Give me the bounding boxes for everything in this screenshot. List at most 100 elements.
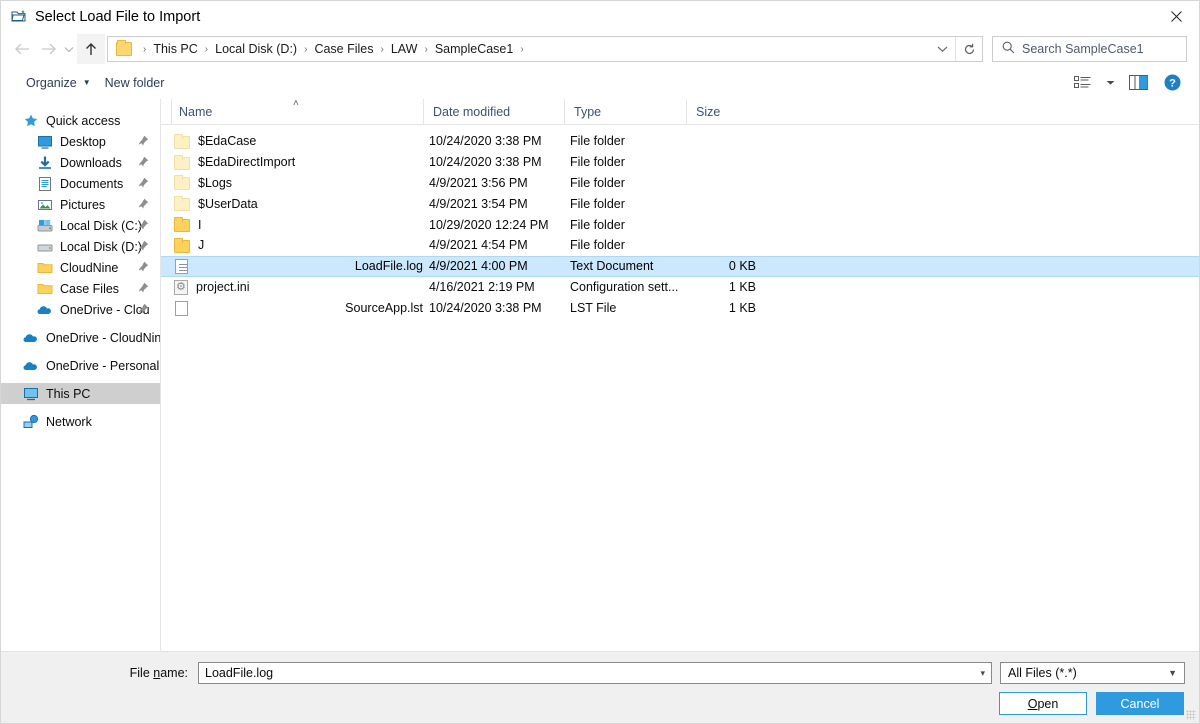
new-folder-button[interactable]: New folder <box>98 72 172 94</box>
desktop-icon <box>37 134 53 150</box>
sidebar-item-onedrive-cloudnine-quick[interactable]: OneDrive - Clou <box>1 299 160 320</box>
view-dropdown-icon[interactable] <box>1101 70 1119 96</box>
file-type: File folder <box>570 238 625 253</box>
navigation-pane[interactable]: Quick access Desktop Downloads Documents… <box>1 99 161 651</box>
quick-access-star-icon <box>23 113 39 129</box>
file-name: $UserData <box>198 196 258 211</box>
file-date: 10/24/2020 3:38 PM <box>429 300 542 315</box>
table-row[interactable]: $EdaCase 10/24/2020 3:38 PM File folder <box>161 131 1199 152</box>
folder-dim-icon <box>174 154 190 170</box>
search-input[interactable]: Search SampleCase1 <box>992 36 1187 62</box>
file-name: project.ini <box>196 280 250 295</box>
dialog-footer: File name: LoadFile.log ▾ All Files (*.*… <box>1 651 1199 723</box>
column-header-type[interactable]: Type <box>564 99 686 124</box>
resize-grip[interactable] <box>1186 710 1196 720</box>
chevron-down-icon: ▼ <box>82 78 91 87</box>
folder-icon <box>174 237 190 253</box>
refresh-icon[interactable] <box>956 37 982 61</box>
file-date: 10/24/2020 3:38 PM <box>429 155 542 170</box>
breadcrumb-law[interactable]: LAW <box>390 42 419 56</box>
pin-icon <box>138 240 150 252</box>
file-name: I <box>198 217 202 232</box>
file-date: 10/24/2020 3:38 PM <box>429 134 542 149</box>
config-settings-icon <box>174 280 188 296</box>
breadcrumb-local-disk-d[interactable]: Local Disk (D:) <box>214 42 298 56</box>
sidebar-item-downloads[interactable]: Downloads <box>1 152 160 173</box>
sidebar-item-this-pc[interactable]: This PC <box>1 383 160 404</box>
file-open-dialog: Select Load File to Import › This PC › L… <box>0 0 1200 724</box>
new-folder-label: New folder <box>104 75 165 90</box>
sidebar-item-desktop[interactable]: Desktop <box>1 131 160 152</box>
table-row[interactable]: $UserData 4/9/2021 3:54 PM File folder <box>161 193 1199 214</box>
file-date: 10/29/2020 12:24 PM <box>429 217 549 232</box>
breadcrumb-this-pc[interactable]: This PC <box>152 42 198 56</box>
sidebar-label: Downloads <box>60 155 122 170</box>
sidebar-label: OneDrive - Clou <box>60 302 150 317</box>
command-toolbar: Organize ▼ New folder ? <box>1 66 1199 99</box>
folder-icon <box>174 217 190 233</box>
sidebar-item-local-disk-d[interactable]: Local Disk (D:) <box>1 236 160 257</box>
file-name: SourceApp.lst <box>345 300 423 315</box>
column-header-size[interactable]: Size <box>686 99 765 124</box>
sidebar-item-onedrive-personal[interactable]: OneDrive - Personal <box>1 355 160 376</box>
pin-icon <box>138 177 150 189</box>
sidebar-item-documents[interactable]: Documents <box>1 173 160 194</box>
back-button[interactable] <box>9 36 35 62</box>
up-button[interactable] <box>77 34 105 64</box>
sidebar-item-pictures[interactable]: Pictures <box>1 194 160 215</box>
sidebar-label: Documents <box>60 176 124 191</box>
sidebar-item-case-files[interactable]: Case Files <box>1 278 160 299</box>
close-button[interactable] <box>1153 2 1199 32</box>
view-list-icon[interactable] <box>1067 70 1097 96</box>
blank-file-icon <box>175 300 188 316</box>
table-row[interactable]: $EdaDirectImport 10/24/2020 3:38 PM File… <box>161 152 1199 173</box>
file-name-input[interactable]: LoadFile.log ▾ <box>198 662 992 684</box>
pin-icon <box>138 303 150 315</box>
column-header-date-modified[interactable]: Date modified <box>423 99 564 124</box>
table-row[interactable]: SourceApp.lst 10/24/2020 3:38 PM LST Fil… <box>161 298 1199 319</box>
preview-pane-icon[interactable] <box>1123 70 1153 96</box>
breadcrumb-samplecase1[interactable]: SampleCase1 <box>434 42 515 56</box>
drive-icon <box>37 239 53 255</box>
forward-button[interactable] <box>35 36 61 62</box>
open-button[interactable]: Open <box>999 692 1087 715</box>
table-row[interactable]: J 4/9/2021 4:54 PM File folder <box>161 235 1199 256</box>
sidebar-label: Quick access <box>46 113 121 128</box>
folder-dim-icon <box>174 133 190 149</box>
file-type-filter-value: All Files (*.*) <box>1008 666 1077 680</box>
table-row[interactable]: $Logs 4/9/2021 3:56 PM File folder <box>161 173 1199 194</box>
breadcrumb-separator: › <box>380 43 384 55</box>
sort-ascending-icon: ˄ <box>293 98 299 109</box>
sidebar-item-local-disk-c[interactable]: Local Disk (C:) <box>1 215 160 236</box>
sidebar-item-onedrive-cloudnine[interactable]: OneDrive - CloudNin <box>1 327 160 348</box>
address-bar[interactable]: › This PC › Local Disk (D:) › Case Files… <box>107 36 983 62</box>
file-name: LoadFile.log <box>354 259 423 274</box>
file-date: 4/9/2021 4:00 PM <box>429 259 528 274</box>
table-row[interactable]: I 10/29/2020 12:24 PM File folder <box>161 214 1199 235</box>
breadcrumb-separator: › <box>520 43 524 55</box>
breadcrumb-separator: › <box>204 43 209 55</box>
breadcrumb-case-files[interactable]: Case Files <box>313 42 374 56</box>
address-dropdown-icon[interactable] <box>929 37 955 61</box>
sidebar-item-network[interactable]: Network <box>1 411 160 432</box>
window-title: Select Load File to Import <box>35 8 201 25</box>
chevron-down-icon[interactable]: ▾ <box>980 668 985 679</box>
help-icon[interactable]: ? <box>1157 70 1187 96</box>
file-rows: $EdaCase 10/24/2020 3:38 PM File folder … <box>161 125 1199 651</box>
cancel-button[interactable]: Cancel <box>1096 692 1184 715</box>
file-name: $Logs <box>198 175 233 190</box>
sidebar-label: Desktop <box>60 134 106 149</box>
file-type: File folder <box>570 155 625 170</box>
windows-drive-icon <box>37 218 53 234</box>
table-row[interactable]: LoadFile.log 4/9/2021 4:00 PM Text Docum… <box>161 255 1199 277</box>
folder-dim-icon <box>174 175 190 191</box>
sidebar-item-cloudnine[interactable]: CloudNine <box>1 257 160 278</box>
recent-locations-icon[interactable] <box>61 36 77 62</box>
sidebar-item-quick-access[interactable]: Quick access <box>1 110 160 131</box>
table-row[interactable]: project.ini 4/16/2021 2:19 PM Configurat… <box>161 277 1199 298</box>
file-name-label: File name: <box>129 666 188 680</box>
sidebar-label: CloudNine <box>60 260 119 275</box>
file-type-filter-select[interactable]: All Files (*.*) ▼ <box>1000 662 1185 684</box>
organize-button[interactable]: Organize ▼ <box>19 72 98 94</box>
file-type: File folder <box>570 175 625 190</box>
